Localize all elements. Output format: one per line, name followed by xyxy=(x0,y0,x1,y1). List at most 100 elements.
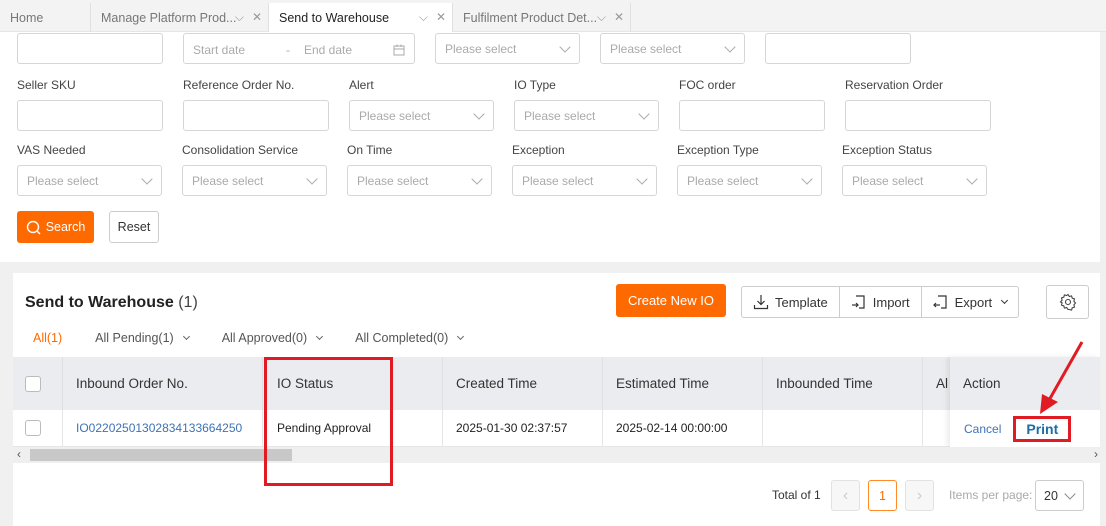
tab-home[interactable]: Home xyxy=(0,3,91,32)
reservation-order-label: Reservation Order xyxy=(845,78,944,92)
chevron-down-icon xyxy=(801,173,813,185)
seller-sku-input[interactable] xyxy=(17,100,163,131)
chevron-down-icon[interactable]: ⌵ xyxy=(419,10,428,25)
on-time-select[interactable]: Please select xyxy=(347,165,492,196)
chevron-down-icon xyxy=(473,108,485,120)
export-icon xyxy=(932,295,947,309)
action-cell: Cancel Print xyxy=(950,410,1100,447)
select-all-checkbox[interactable] xyxy=(25,375,41,392)
select-placeholder: Please select xyxy=(445,41,517,56)
row-checkbox[interactable] xyxy=(25,420,41,436)
filter-input-2[interactable] xyxy=(765,33,911,64)
page-title-text: Send to Warehouse xyxy=(25,294,174,311)
column-header[interactable]: Inbounded Time xyxy=(763,357,923,410)
end-date-placeholder: End date xyxy=(304,43,353,57)
column-header[interactable]: IO Status xyxy=(263,357,443,410)
export-button[interactable]: Export xyxy=(922,287,1019,317)
subtab-label: All Pending(1) xyxy=(95,331,174,345)
consolidation-service-label: Consolidation Service xyxy=(182,143,299,157)
subtab-all-completed[interactable]: All Completed(0) xyxy=(355,331,465,345)
pagination: Total of 1 ‹ 1 › Items per page: 20 xyxy=(13,480,1100,512)
cancel-link[interactable]: Cancel xyxy=(964,422,1001,436)
settings-button[interactable] xyxy=(1046,285,1089,319)
select-placeholder: Please select xyxy=(610,41,682,56)
foc-order-input[interactable] xyxy=(679,100,825,131)
create-new-io-label: Create New IO xyxy=(628,293,714,308)
tab-send-to-warehouse[interactable]: Send to Warehouse ⌵ ✕ xyxy=(269,3,453,32)
filter-input-1[interactable] xyxy=(17,33,163,64)
chevron-down-icon[interactable]: ⌵ xyxy=(597,10,606,25)
search-icon xyxy=(26,220,41,234)
alert-label: Alert xyxy=(349,78,374,92)
scrollbar-thumb[interactable] xyxy=(30,449,292,461)
select-placeholder: Please select xyxy=(359,108,431,123)
reset-button[interactable]: Reset xyxy=(109,211,159,243)
subtab-all-pending[interactable]: All Pending(1) xyxy=(95,331,190,345)
scroll-left-icon[interactable]: ‹ xyxy=(17,447,21,461)
items-per-page-label: Items per page: xyxy=(949,488,1033,502)
inbound-order-no-cell: IO02202501302834133664250 xyxy=(63,410,263,446)
reference-order-input[interactable] xyxy=(183,100,329,131)
row-select-cell xyxy=(13,410,63,446)
filter-select-1[interactable]: Please select xyxy=(435,33,580,64)
chevron-left-icon: ‹ xyxy=(842,486,849,504)
close-icon[interactable]: ✕ xyxy=(436,10,446,25)
chevron-right-icon: › xyxy=(916,486,923,504)
print-link[interactable]: Print xyxy=(1013,415,1072,442)
chevron-down-icon xyxy=(638,108,650,120)
tab-label: Send to Warehouse xyxy=(279,10,390,25)
subtab-all[interactable]: All(1) xyxy=(33,331,62,345)
import-button[interactable]: Import xyxy=(840,287,922,317)
result-count: (1) xyxy=(178,294,198,311)
exception-status-select[interactable]: Please select xyxy=(842,165,987,196)
results-panel: Send to Warehouse (1) Create New IO Temp… xyxy=(13,273,1100,526)
select-placeholder: Please select xyxy=(27,173,99,188)
start-date-placeholder: Start date xyxy=(193,43,246,57)
column-header[interactable]: Estimated Time xyxy=(603,357,763,410)
reset-button-label: Reset xyxy=(117,220,151,234)
tab-manage-platform-products[interactable]: Manage Platform Prod... ⌵ ✕ xyxy=(91,3,269,32)
column-header[interactable]: Created Time xyxy=(443,357,603,410)
exception-type-select[interactable]: Please select xyxy=(677,165,822,196)
page-1-button[interactable]: 1 xyxy=(868,480,897,511)
chevron-down-icon xyxy=(306,173,318,185)
calendar-icon xyxy=(393,44,405,56)
chevron-down-icon xyxy=(141,173,153,185)
import-icon xyxy=(851,295,865,309)
page-size-select[interactable]: 20 xyxy=(1035,480,1084,511)
io-type-select[interactable]: Please select xyxy=(514,100,659,131)
prev-page-button[interactable]: ‹ xyxy=(831,480,860,511)
exception-select[interactable]: Please select xyxy=(512,165,657,196)
inbound-order-link[interactable]: IO02202501302834133664250 xyxy=(76,421,242,435)
io-status-cell: Pending Approval xyxy=(263,410,443,446)
export-label: Export xyxy=(954,294,993,310)
column-header[interactable]: Inbound Order No. xyxy=(63,357,263,410)
chevron-down-icon[interactable]: ⌵ xyxy=(235,10,244,25)
filter-select-2[interactable]: Please select xyxy=(600,33,745,64)
reservation-order-input[interactable] xyxy=(845,100,991,131)
seller-sku-label: Seller SKU xyxy=(17,78,76,92)
filter-panel: Start date - End date Please select Plea… xyxy=(0,32,1100,262)
scroll-right-icon[interactable]: › xyxy=(1094,447,1098,461)
chevron-down-icon xyxy=(636,173,648,185)
close-icon[interactable]: ✕ xyxy=(252,10,262,25)
search-button[interactable]: Search xyxy=(17,211,94,243)
tab-fulfilment-product-details[interactable]: Fulfilment Product Det... ⌵ ✕ xyxy=(453,3,631,32)
create-new-io-button[interactable]: Create New IO xyxy=(616,284,726,317)
foc-order-label: FOC order xyxy=(679,78,736,92)
template-label: Template xyxy=(775,294,828,310)
estimated-time-cell: 2025-02-14 00:00:00 xyxy=(603,410,763,446)
tab-label: Fulfilment Product Det... xyxy=(463,10,598,25)
consolidation-service-select[interactable]: Please select xyxy=(182,165,327,196)
action-column: Action Cancel Print xyxy=(950,357,1100,447)
subtab-all-approved[interactable]: All Approved(0) xyxy=(222,331,324,345)
alert-select[interactable]: Please select xyxy=(349,100,494,131)
next-page-button[interactable]: › xyxy=(905,480,934,511)
close-icon[interactable]: ✕ xyxy=(614,10,624,25)
vas-needed-select[interactable]: Please select xyxy=(17,165,162,196)
horizontal-scrollbar[interactable]: ‹ › xyxy=(13,447,1100,463)
chevron-down-icon xyxy=(316,332,324,341)
template-button[interactable]: Template xyxy=(742,287,840,317)
exception-label: Exception xyxy=(512,143,565,157)
date-range-picker[interactable]: Start date - End date xyxy=(183,33,415,64)
